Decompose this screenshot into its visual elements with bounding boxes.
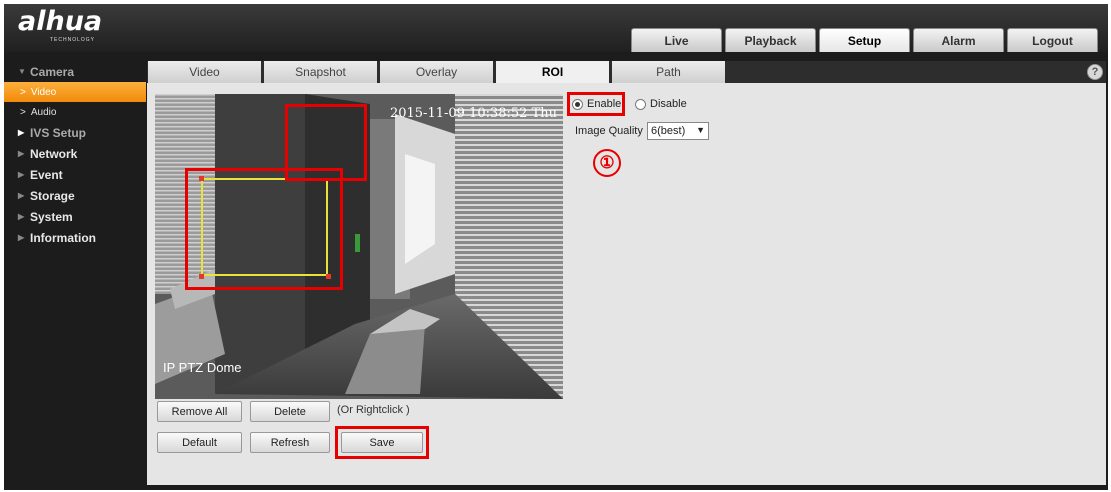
sidebar-item-event[interactable]: ▶ Event — [4, 164, 146, 185]
default-button[interactable]: Default — [157, 432, 242, 453]
sidebar-item-label: Event — [30, 167, 63, 182]
sidebar-item-ivs-setup[interactable]: ▶ IVS Setup — [4, 122, 146, 143]
tab-overlay[interactable]: Overlay — [380, 61, 493, 83]
sidebar-item-label: Audio — [30, 106, 57, 118]
annotation-highlight-box — [185, 168, 343, 290]
sidebar-item-label: Network — [30, 146, 78, 161]
remove-all-button[interactable]: Remove All — [157, 401, 242, 422]
expanded-triangle-icon: ▼ — [18, 67, 26, 76]
nav-logout[interactable]: Logout — [1007, 28, 1098, 52]
osd-timestamp: 2015-11-09 10:38:52 Thu — [389, 106, 557, 121]
app-window: alhua TECHNOLOGY Live Playback Setup Ala… — [4, 4, 1108, 490]
logo-text: alhua — [18, 6, 103, 37]
nav-live[interactable]: Live — [631, 28, 722, 52]
collapsed-triangle-icon: ▶ — [18, 191, 25, 200]
sidebar-item-label: IVS Setup — [30, 125, 87, 140]
header-bar: alhua TECHNOLOGY Live Playback Setup Ala… — [4, 4, 1108, 52]
sidebar: ▼ Camera > Video > Audio ▶ IVS Setup ▶ N… — [4, 61, 146, 481]
main-content: Video Snapshot Overlay ROI Path ? 2015-1… — [147, 61, 1106, 485]
image-quality-label: Image Quality — [575, 125, 643, 137]
top-navigation: Live Playback Setup Alarm Logout — [631, 28, 1098, 52]
sidebar-item-label: Information — [30, 230, 96, 245]
tab-path[interactable]: Path — [612, 61, 725, 83]
roi-disable-radio[interactable]: Disable — [635, 98, 687, 110]
osd-channel-name: IP PTZ Dome — [163, 360, 242, 375]
chevron-down-icon: ▼ — [696, 125, 705, 135]
tab-bar: Video Snapshot Overlay ROI Path ? — [147, 61, 1106, 83]
image-quality-value: 6(best) — [651, 125, 686, 137]
collapsed-triangle-icon: ▶ — [18, 212, 25, 221]
nav-alarm[interactable]: Alarm — [913, 28, 1004, 52]
sidebar-item-label: Video — [30, 86, 57, 98]
sidebar-item-storage[interactable]: ▶ Storage — [4, 185, 146, 206]
sidebar-item-network[interactable]: ▶ Network — [4, 143, 146, 164]
collapsed-triangle-icon: ▶ — [18, 149, 25, 158]
chevron-right-icon: > — [20, 86, 26, 98]
collapsed-triangle-icon: ▶ — [18, 233, 25, 242]
collapsed-triangle-icon: ▶ — [18, 170, 25, 179]
refresh-button[interactable]: Refresh — [250, 432, 330, 453]
annotation-highlight-box — [335, 426, 429, 459]
delete-hint-text: (Or Rightclick ) — [337, 404, 410, 416]
delete-button[interactable]: Delete — [250, 401, 330, 422]
sidebar-item-information[interactable]: ▶ Information — [4, 227, 146, 248]
sidebar-item-label: Camera — [30, 64, 75, 79]
nav-playback[interactable]: Playback — [725, 28, 816, 52]
sidebar-item-label: System — [30, 209, 73, 224]
image-quality-select[interactable]: 6(best) ▼ — [647, 122, 709, 140]
radio-unchecked-icon — [635, 98, 646, 110]
nav-setup[interactable]: Setup — [819, 28, 910, 52]
sidebar-subitem-audio[interactable]: > Audio — [4, 102, 146, 122]
brand-logo: alhua TECHNOLOGY — [10, 6, 130, 46]
roi-disable-label: Disable — [650, 98, 687, 110]
tab-snapshot[interactable]: Snapshot — [264, 61, 377, 83]
sidebar-subitem-video[interactable]: > Video — [4, 82, 146, 102]
tab-roi[interactable]: ROI — [496, 61, 609, 83]
sidebar-item-camera[interactable]: ▼ Camera — [4, 61, 146, 82]
tab-video[interactable]: Video — [148, 61, 261, 83]
play-triangle-icon: ▶ — [18, 128, 25, 137]
sidebar-item-label: Storage — [30, 188, 75, 203]
chevron-right-icon: > — [20, 106, 26, 118]
annotation-highlight-box — [567, 92, 625, 116]
sidebar-item-system[interactable]: ▶ System — [4, 206, 146, 227]
help-icon[interactable]: ? — [1087, 64, 1103, 80]
logo-subtext: TECHNOLOGY — [50, 37, 96, 43]
annotation-step-marker: ① — [593, 149, 621, 177]
video-preview[interactable]: 2015-11-09 10:38:52 Thu IP PTZ Dome — [155, 94, 563, 399]
